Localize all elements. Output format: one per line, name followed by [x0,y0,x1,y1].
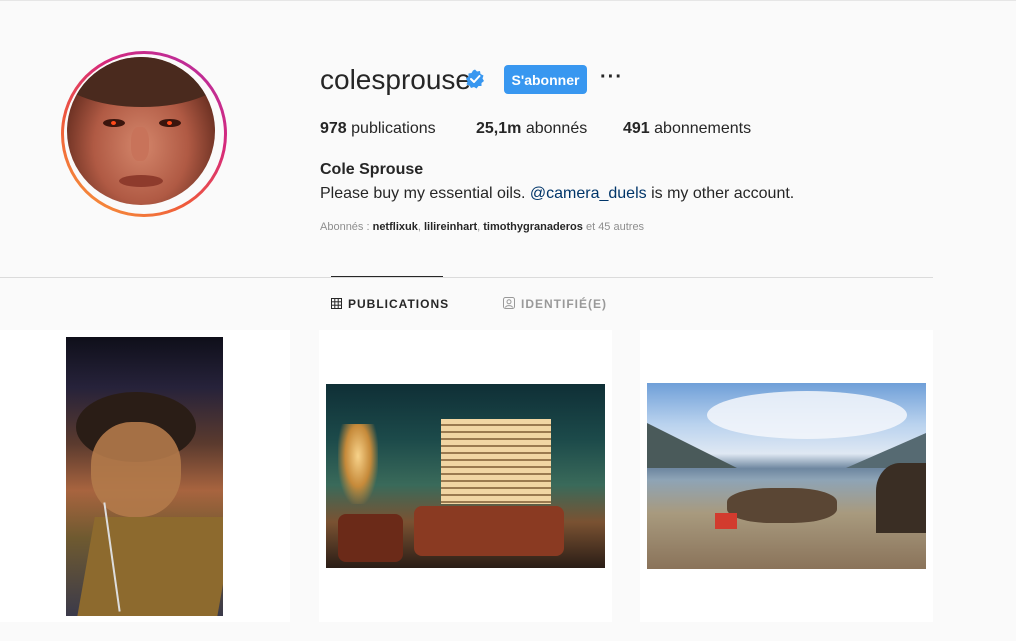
more-options-icon[interactable]: ··· [600,66,623,89]
full-name: Cole Sprouse [320,161,424,178]
profile-avatar[interactable] [61,51,227,217]
avatar-photo [67,57,215,205]
active-tab-indicator [331,276,443,277]
post-thumbnail[interactable] [640,330,933,622]
grid-icon [331,298,342,309]
followed-by[interactable]: Abonnés : netflixuk, lilireinhart, timot… [320,221,644,233]
portrait-photo [66,337,223,616]
verified-badge-icon [466,69,484,89]
stat-following[interactable]: 491 abonnements [623,120,751,138]
username: colesprouse [320,64,471,95]
bio: Please buy my essential oils. @camera_du… [320,185,795,202]
tagged-icon [503,297,515,309]
beach-photo [647,383,926,569]
bio-mention-link[interactable]: @camera_duels [530,185,647,202]
tabs-divider [0,277,933,278]
stat-posts: 978 publications [320,120,436,137]
office-interior-photo [326,384,605,568]
post-thumbnail[interactable] [0,330,290,622]
tab-publications[interactable]: PUBLICATIONS [331,297,449,311]
post-thumbnail[interactable] [319,330,612,622]
stat-followers[interactable]: 25,1m abonnés [476,120,587,138]
follow-button[interactable]: S'abonner [504,65,587,94]
top-border [0,0,1016,1]
tab-tagged[interactable]: IDENTIFIÉ(E) [503,297,607,311]
